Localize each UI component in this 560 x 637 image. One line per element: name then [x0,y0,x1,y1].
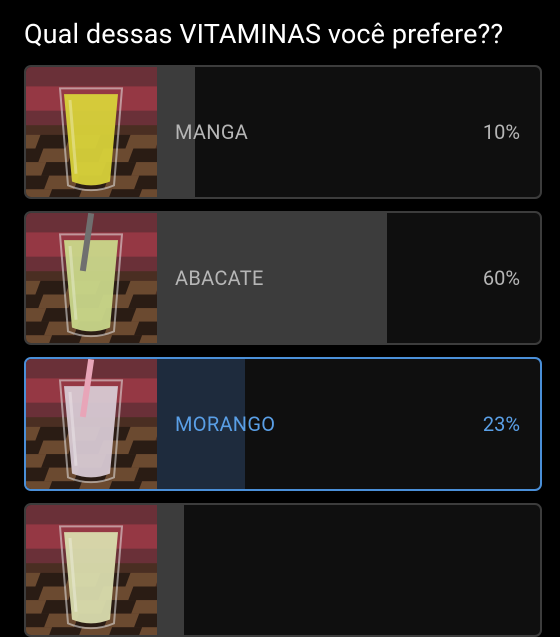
mango-smoothie-image [26,67,157,197]
option-percent: 23% [482,412,520,436]
option-percent: 60% [482,266,520,290]
option-label: MORANGO [175,412,276,436]
result-bar [157,505,184,635]
poll-option-manga[interactable]: MANGA 10% [24,65,542,199]
strawberry-smoothie-image [26,359,157,489]
poll-option-4[interactable] [24,503,542,637]
option-label: MANGA [175,120,249,144]
poll-option-abacate[interactable]: ABACATE 60% [24,211,542,345]
option-percent: 10% [482,120,520,144]
avocado-smoothie-image [26,213,157,343]
option-label: ABACATE [175,266,264,290]
poll-option-morango[interactable]: MORANGO 23% [24,357,542,491]
poll-question: Qual dessas VITAMINAS você prefere?? [24,18,504,50]
smoothie-image [26,505,157,635]
